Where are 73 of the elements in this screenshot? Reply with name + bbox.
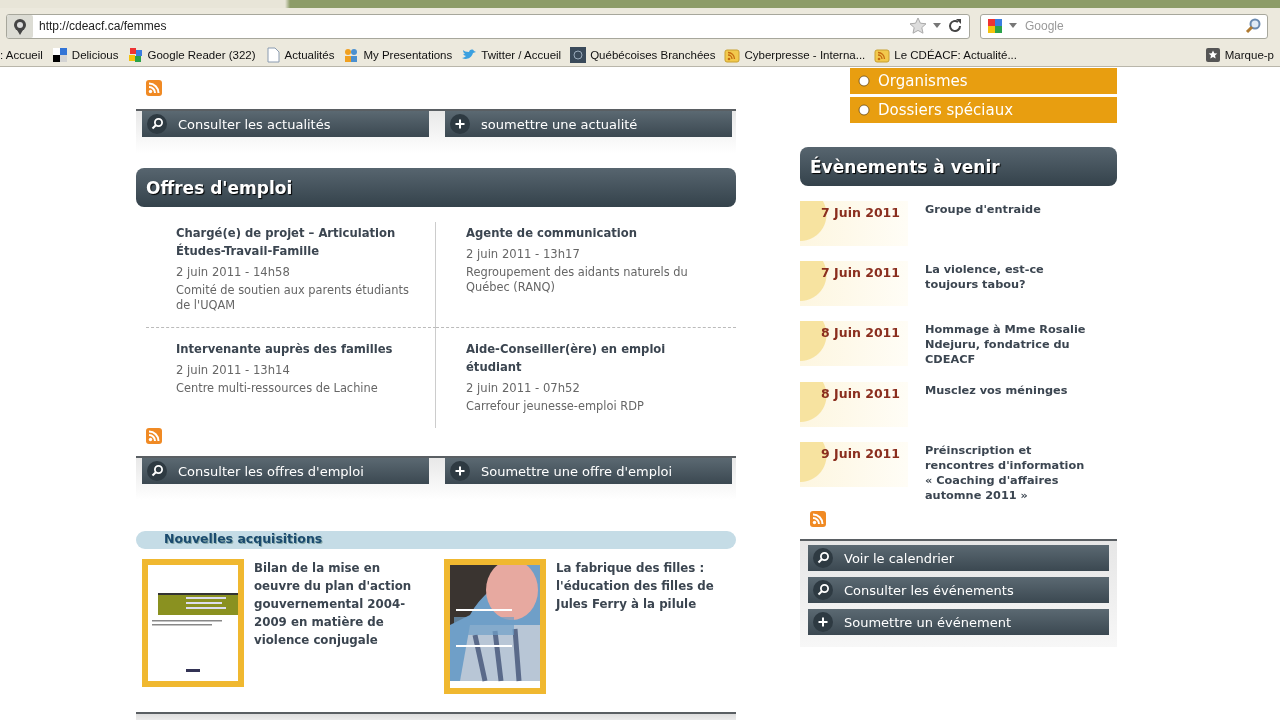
search-icon (812, 547, 834, 569)
plus-icon (449, 460, 471, 482)
bookmark[interactable]: Québécoises Branchées (570, 47, 716, 63)
search-icon (812, 579, 834, 601)
feed-folder-icon (874, 47, 891, 63)
job-title-link[interactable]: Intervenante auprès des familles (176, 340, 416, 358)
event-title-link[interactable]: Groupe d'entraide (925, 201, 1090, 246)
bookmark[interactable]: Google Reader (322) (127, 47, 256, 63)
bookmark[interactable]: Cyberpresse - Interna... (724, 47, 866, 63)
event-title-link[interactable]: Musclez vos méninges (925, 382, 1090, 427)
book-cover[interactable] (444, 559, 546, 694)
event-date: 7 Juin 2011 (800, 201, 908, 246)
event-date: 8 Juin 2011 (800, 382, 908, 427)
search-box[interactable]: Google (980, 13, 1268, 39)
action-button[interactable]: Soumettre un événement (808, 609, 1109, 635)
plus-icon (812, 611, 834, 633)
book-title-link[interactable]: Bilan de la mise en oeuvre du plan d'action gouvernemental 2004-2009 en matière de violence conjugale (254, 559, 430, 694)
event-title-link[interactable]: Préinscription et rencontres d'information « Coaching d'affaires automne 2011 » (925, 442, 1090, 503)
section-header: Évènements à venir (800, 147, 1117, 186)
section-header: Nouvelles acquisitions (136, 531, 736, 549)
bookmark[interactable]: Delicious (51, 47, 119, 63)
action-button[interactable]: Voir le calendrier (808, 545, 1109, 571)
search-icon[interactable] (1245, 18, 1261, 34)
action-button[interactable]: Soumettre une offre d'emploi (445, 458, 732, 484)
rss-icon[interactable] (810, 511, 826, 527)
bookmark[interactable]: Twitter / Accueil (461, 47, 562, 63)
people-icon (343, 47, 360, 63)
bookmark[interactable]: Actualités (264, 47, 335, 63)
bullet-icon (858, 75, 870, 87)
address-field[interactable]: http://cdeacf.ca/femmes (6, 13, 970, 39)
job-date: 2 juin 2011 - 13h17 (466, 246, 581, 263)
event-date: 9 Juin 2011 (800, 442, 908, 487)
reload-icon[interactable] (947, 18, 963, 34)
section-header: Offres d'emploi (136, 168, 736, 207)
job-date: 2 juin 2011 - 13h14 (176, 362, 291, 379)
event-title-link[interactable]: Hommage à Mme Rosalie Ndejuru, fondatrice du CDEACF (925, 321, 1090, 367)
blocks-icon (127, 47, 144, 63)
job-title-link[interactable]: Agente de communication (466, 224, 706, 242)
bookmark[interactable]: Le CDÉACF: Actualité... (874, 47, 1017, 63)
action-button[interactable]: Consulter les offres d'emploi (142, 458, 429, 484)
event-title-link[interactable]: La violence, est-ce toujours tabou? (925, 261, 1090, 306)
search-icon (146, 460, 168, 482)
rss-icon[interactable] (146, 428, 162, 444)
action-button[interactable]: Consulter les actualités (142, 111, 429, 137)
bullet-icon (858, 104, 870, 116)
job-organization: Centre multi-ressources de Lachine (176, 381, 379, 396)
site-icon (570, 47, 587, 63)
job-date: 2 juin 2011 - 07h52 (466, 380, 581, 397)
bookmarks-menu[interactable]: Marque-p (1204, 47, 1274, 63)
engine-icon[interactable] (987, 18, 1003, 34)
squares-icon (51, 47, 68, 63)
event-date: 7 Juin 2011 (800, 261, 908, 306)
action-button[interactable]: Consulter les événements (808, 577, 1109, 603)
search-icon (146, 113, 168, 135)
job-title-link[interactable]: Aide-Conseiller(ère) en emploi étudiant (466, 340, 706, 376)
job-organization: Comité de soutien aux parents étudiants de l'UQAM (176, 283, 410, 313)
job-organization: Regroupement des aidants naturels du Québec (RANQ) (466, 265, 689, 295)
bookmark[interactable]: My Presentations (343, 47, 453, 63)
rss-icon[interactable] (146, 80, 162, 96)
plus-icon (449, 113, 471, 135)
job-date: 2 juin 2011 - 14h58 (176, 264, 291, 281)
job-organization: Carrefour jeunesse-emploi RDP (466, 399, 645, 414)
site-identity-icon[interactable] (7, 14, 33, 38)
book-title-link[interactable]: La fabrique des filles : l'éducation des filles de Jules Ferry à la pilule (556, 559, 732, 694)
dropdown-icon[interactable] (1009, 23, 1017, 29)
feed-folder-icon (724, 47, 741, 63)
star-icon[interactable] (909, 17, 927, 35)
job-title-link[interactable]: Chargé(e) de projet – Articulation Études-Travail-Famille (176, 224, 416, 260)
event-date: 8 Juin 2011 (800, 321, 908, 366)
dropdown-icon[interactable] (933, 23, 941, 29)
bookmark[interactable]: : Accueil (0, 49, 43, 61)
page-icon (264, 47, 281, 63)
action-button[interactable]: soumettre une actualité (445, 111, 732, 137)
